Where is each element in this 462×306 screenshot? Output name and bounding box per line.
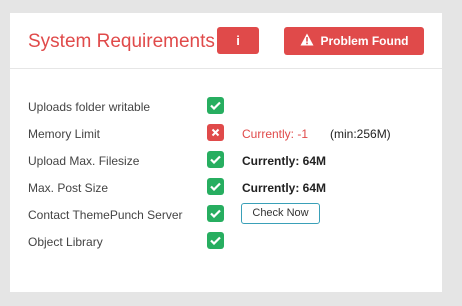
- info-button[interactable]: i: [217, 27, 259, 54]
- requirement-value: Currently: 64M: [242, 181, 327, 195]
- checkmark-icon: [207, 151, 224, 168]
- requirement-row-memory-limit: Memory Limit Currently: -1 (min:256M): [10, 121, 442, 148]
- warning-icon: [300, 33, 314, 49]
- requirement-label: Upload Max. Filesize: [28, 154, 140, 168]
- requirements-list: Uploads folder writable Memory Limit Cur…: [10, 94, 442, 256]
- requirement-row-upload-max-filesize: Upload Max. Filesize Currently: 64M: [10, 148, 442, 175]
- problem-found-label: Problem Found: [320, 34, 409, 48]
- requirement-label: Object Library: [28, 235, 103, 249]
- requirement-label: Max. Post Size: [28, 181, 109, 195]
- requirement-label: Contact ThemePunch Server: [28, 208, 183, 222]
- checkmark-icon: [207, 205, 224, 222]
- requirement-label: Memory Limit: [28, 127, 101, 141]
- requirement-row-uploads-folder: Uploads folder writable: [10, 94, 442, 121]
- requirement-label: Uploads folder writable: [28, 100, 151, 114]
- system-requirements-panel: System Requirements i Problem Found Uplo…: [10, 13, 442, 292]
- requirement-value: Currently: 64M: [242, 154, 327, 168]
- check-now-button[interactable]: Check Now: [241, 203, 320, 224]
- checkmark-icon: [207, 178, 224, 195]
- requirement-row-contact-server: Contact ThemePunch Server Check Now: [10, 202, 442, 229]
- requirement-row-object-library: Object Library: [10, 229, 442, 256]
- problem-found-button[interactable]: Problem Found: [284, 27, 424, 55]
- checkmark-icon: [207, 232, 224, 249]
- requirement-minimum: (min:256M): [330, 127, 391, 141]
- panel-header: System Requirements i Problem Found: [10, 13, 442, 69]
- panel-title: System Requirements: [28, 31, 215, 52]
- requirement-value: Currently: -1: [242, 127, 309, 141]
- x-icon: [207, 124, 224, 141]
- checkmark-icon: [207, 97, 224, 114]
- requirement-row-max-post-size: Max. Post Size Currently: 64M: [10, 175, 442, 202]
